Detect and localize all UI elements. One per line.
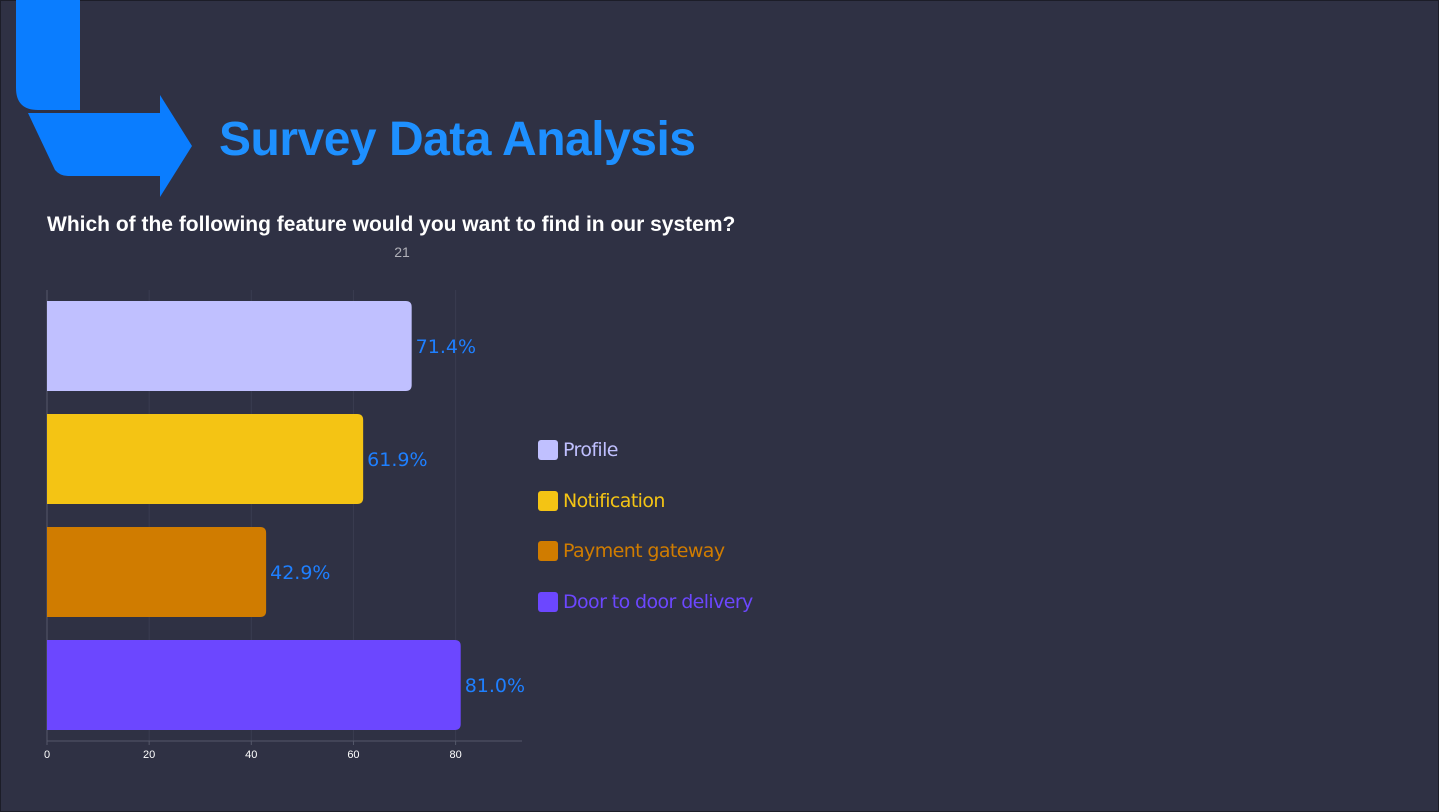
legend-label: Door to door delivery	[563, 590, 753, 613]
legend-swatch	[538, 541, 558, 561]
bar-value-label: 61.9%	[367, 449, 427, 471]
legend-item[interactable]: Payment gateway	[538, 540, 753, 562]
bar-value-label: 81.0%	[465, 675, 525, 697]
legend-item[interactable]: Notification	[538, 489, 753, 512]
bar	[47, 414, 364, 504]
x-tick-label: 20	[143, 749, 155, 761]
x-tick-label: 40	[245, 749, 257, 761]
legend-swatch	[538, 490, 558, 511]
legend-label: Notification	[563, 489, 665, 512]
legend-item[interactable]: Door to door delivery	[538, 590, 753, 613]
bar-value-label: 42.9%	[270, 562, 330, 584]
bar	[47, 301, 412, 391]
legend-item[interactable]: Profile	[538, 439, 753, 461]
bar	[47, 640, 461, 730]
legend-label: Payment gateway	[563, 540, 725, 562]
legend-label: Profile	[563, 439, 618, 461]
bar-chart: 0 20 40 60 80 71.4% 61.9% 42.9% 81.0%	[44, 290, 525, 761]
x-tick-label: 0	[44, 749, 50, 761]
legend-swatch	[538, 591, 558, 612]
x-tick-label: 80	[449, 749, 461, 761]
bar	[47, 527, 267, 617]
legend-swatch	[538, 440, 558, 460]
chart-legend: Profile Notification Payment gateway Door t…	[538, 439, 753, 642]
bar-value-label: 71.4%	[416, 336, 476, 358]
x-tick-label: 60	[347, 749, 359, 761]
